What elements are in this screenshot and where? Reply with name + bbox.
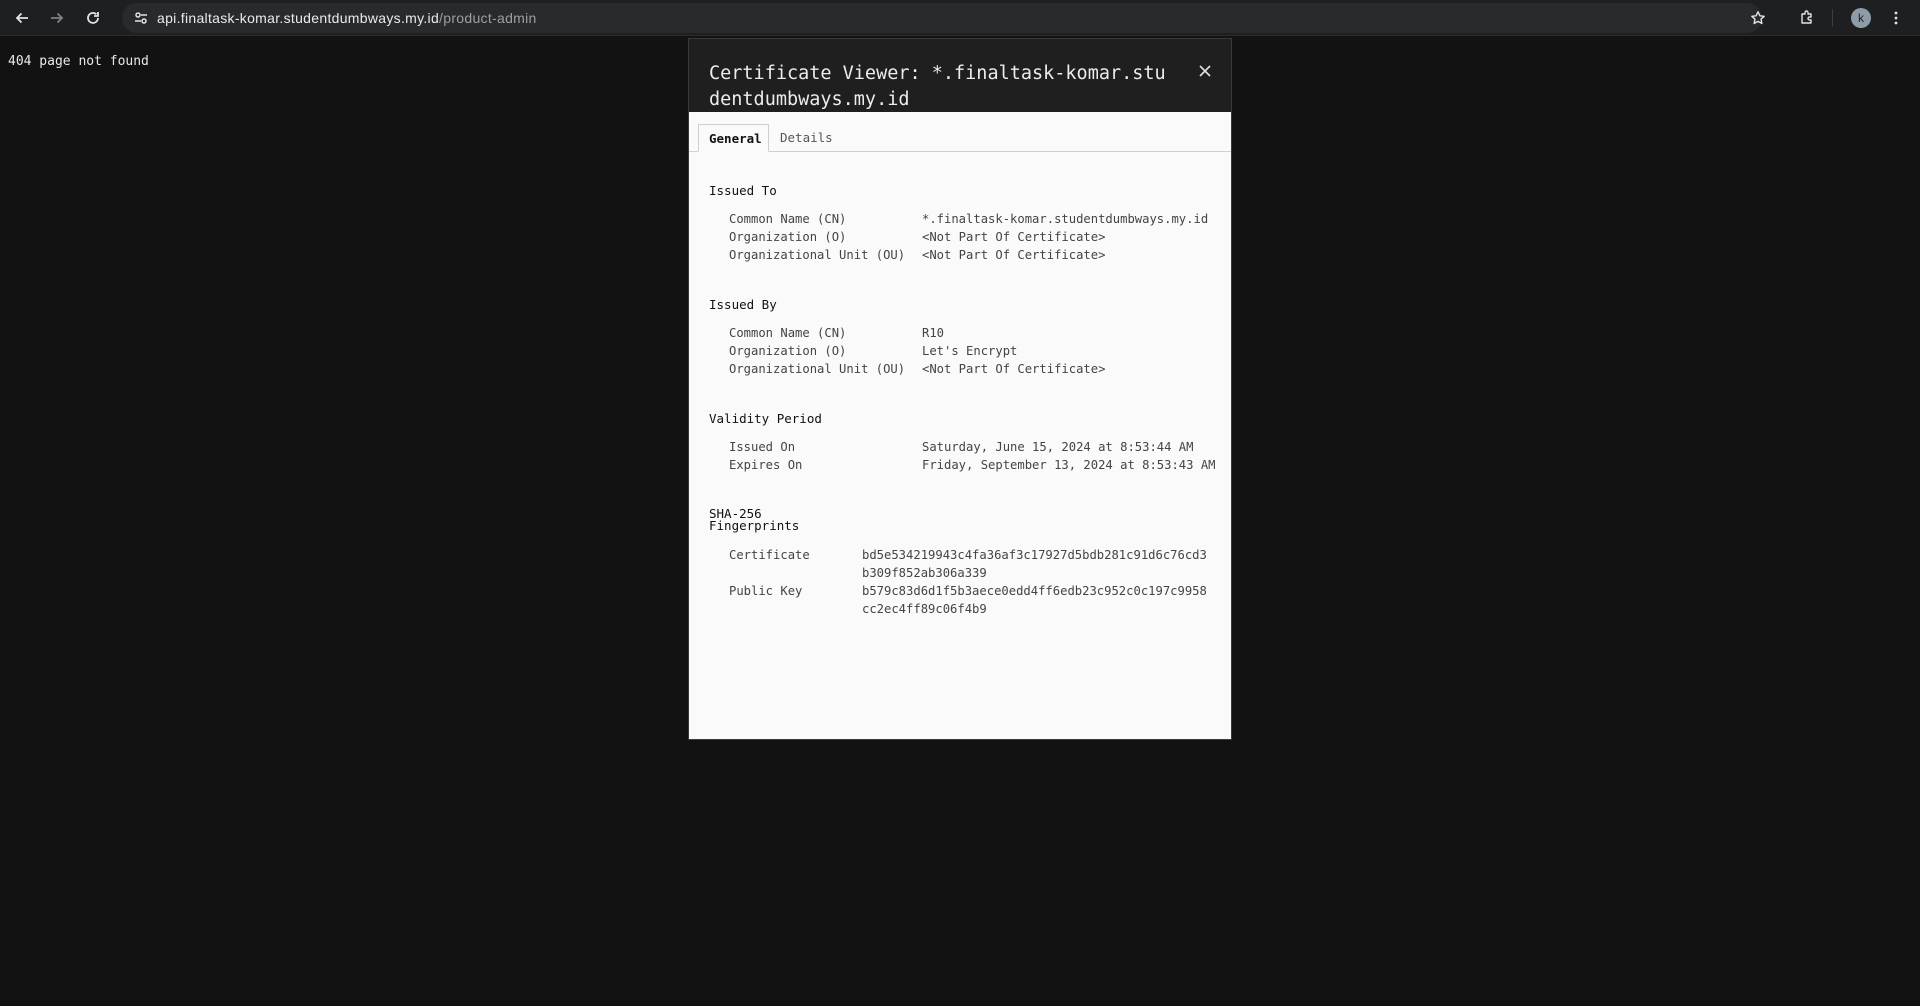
row-value: Saturday, June 15, 2024 at 8:53:44 AM — [922, 440, 1194, 454]
row-label: Certificate — [729, 548, 810, 562]
row-value: Friday, September 13, 2024 at 8:53:43 AM — [922, 458, 1216, 472]
site-info-icon[interactable] — [130, 7, 152, 29]
toolbar-divider — [1832, 9, 1833, 27]
section-title-issued-to: Issued To — [709, 183, 777, 198]
url-text[interactable]: api.finaltask-komar.studentdumbways.my.i… — [157, 3, 537, 33]
section-title-fingerprints-line2: Fingerprints — [709, 518, 800, 533]
dialog-title: Certificate Viewer: *.finaltask-komar.st… — [709, 63, 1166, 110]
row-label: Organizational Unit (OU) — [729, 362, 906, 376]
reload-icon[interactable] — [81, 6, 105, 30]
row-label: Organization (O) — [729, 344, 847, 358]
page-message: 404 page not found — [8, 54, 149, 69]
row-label: Expires On — [729, 458, 803, 472]
row-label: Public Key — [729, 584, 803, 598]
row-label: Common Name (CN) — [729, 326, 847, 340]
row-value: <Not Part Of Certificate> — [922, 362, 1106, 376]
row-label: Organization (O) — [729, 230, 847, 244]
tab-bar: General Details — [689, 112, 1231, 152]
kebab-menu-icon[interactable] — [1884, 6, 1908, 30]
tab-details[interactable]: Details — [770, 124, 843, 152]
row-label: Organizational Unit (OU) — [729, 248, 906, 262]
profile-avatar[interactable]: k — [1851, 8, 1871, 28]
browser-toolbar: api.finaltask-komar.studentdumbways.my.i… — [0, 0, 1920, 36]
url-path: /product-admin — [439, 10, 537, 26]
row-value: <Not Part Of Certificate> — [922, 230, 1106, 244]
address-bar[interactable]: api.finaltask-komar.studentdumbways.my.i… — [122, 3, 1762, 33]
row-value: b579c83d6d1f5b3aece0edd4ff6edb23c952c0c1… — [862, 584, 1207, 616]
url-host: api.finaltask-komar.studentdumbways.my.i… — [157, 10, 440, 26]
row-value: *.finaltask-komar.studentdumbways.my.id — [922, 212, 1209, 226]
row-value: bd5e534219943c4fa36af3c17927d5bdb281c91d… — [862, 548, 1207, 580]
row-label: Issued On — [729, 440, 796, 454]
dialog-header: Certificate Viewer: *.finaltask-komar.st… — [689, 39, 1231, 112]
close-icon[interactable] — [1193, 59, 1217, 83]
row-value: <Not Part Of Certificate> — [922, 248, 1106, 262]
extensions-icon[interactable] — [1795, 6, 1819, 30]
forward-arrow-icon[interactable] — [45, 6, 69, 30]
bookmark-star-icon[interactable] — [1746, 6, 1770, 30]
certificate-viewer-dialog: Certificate Viewer: *.finaltask-komar.st… — [688, 38, 1232, 740]
section-title-issued-by: Issued By — [709, 297, 777, 312]
back-arrow-icon[interactable] — [10, 6, 34, 30]
row-label: Common Name (CN) — [729, 212, 847, 226]
row-value: Let's Encrypt — [922, 344, 1018, 358]
section-title-validity: Validity Period — [709, 411, 822, 426]
tab-general[interactable]: General — [698, 124, 769, 152]
row-value: R10 — [922, 326, 945, 340]
